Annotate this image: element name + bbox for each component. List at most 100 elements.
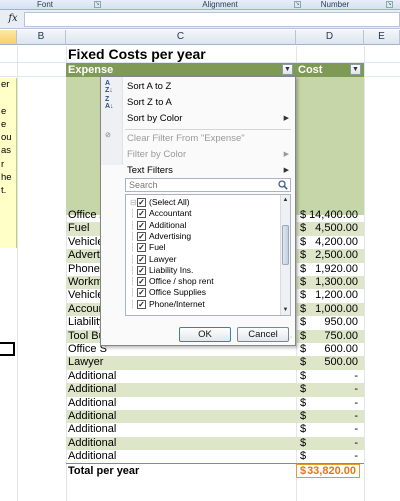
filter-list-item[interactable]: ┆ ✓ Additional	[126, 220, 276, 231]
filter-value-list[interactable]: ⊟ ✓ (Select All) ┆ ✓ Accountant ┆ ✓ Additional ┆ ✓…	[125, 194, 291, 316]
checkbox-icon[interactable]: ✓	[137, 209, 146, 219]
cost-filter-dropdown-icon[interactable]: ▼	[350, 64, 361, 75]
table-row[interactable]: Additional $ -	[66, 436, 364, 451]
checkbox-icon[interactable]: ✓	[137, 254, 146, 264]
filter-list-item[interactable]: ┆ ✓ Office / shop rent	[126, 276, 276, 287]
checkbox-icon[interactable]: ✓	[137, 277, 146, 287]
sort-a-to-z-item[interactable]: A Z↓ Sort A to Z	[101, 79, 295, 95]
scrollbar-thumb[interactable]	[282, 225, 289, 265]
clear-filter-item[interactable]: ⊘ Clear Filter From "Expense"	[101, 131, 295, 147]
cost-cell: -	[354, 410, 358, 422]
tree-connector: ┆	[130, 243, 135, 253]
alignment-dialog-launcher-icon[interactable]: ↘	[294, 1, 301, 8]
currency-symbol: $	[300, 356, 307, 369]
filter-item-label: Office Supplies	[149, 287, 207, 298]
cost-cell: 600.00	[324, 343, 358, 355]
sort-by-color-item[interactable]: Sort by Color ▶	[101, 111, 295, 127]
cost-cell: -	[354, 436, 358, 449]
filter-list-item[interactable]: ┆ ✓ Lawyer	[126, 254, 276, 265]
filter-search-input[interactable]: Search	[125, 178, 291, 192]
filter-list-item[interactable]: ┆ ✓ Phone/Internet	[126, 299, 276, 310]
filter-by-color-item[interactable]: Filter by Color ▶	[101, 147, 295, 163]
text-filters-item[interactable]: Text Filters ▶	[101, 163, 295, 179]
ok-button[interactable]: OK	[179, 327, 231, 342]
filter-item-label: Phone/Internet	[149, 298, 205, 309]
column-header-e[interactable]: E	[364, 30, 400, 45]
cost-cell: 1,000.00	[315, 302, 358, 315]
filter-item-label: Office / shop rent	[149, 276, 214, 287]
font-dialog-launcher-icon[interactable]: ↘	[94, 1, 101, 8]
tree-connector: ┆	[130, 231, 135, 241]
sort-z-to-a-item[interactable]: Z A↓ Sort Z to A	[101, 95, 295, 111]
ribbon-group-number: Number	[320, 0, 350, 9]
sort-by-color-label: Sort by Color	[127, 113, 183, 124]
expense-cell: Additional	[68, 369, 117, 382]
checkbox-icon[interactable]: ✓	[137, 288, 146, 298]
filter-by-color-label: Filter by Color	[127, 149, 187, 160]
filter-list-item[interactable]: ┆ ✓ Liability Ins.	[126, 265, 276, 276]
checkbox-icon[interactable]: ✓	[137, 220, 146, 230]
cost-cell: 950.00	[324, 316, 358, 329]
header-expense: Expense	[68, 64, 114, 76]
total-currency: $	[300, 465, 307, 477]
note-line: as	[1, 145, 12, 157]
currency-symbol: $	[300, 369, 307, 382]
cost-cell: -	[354, 450, 358, 463]
column-header-c[interactable]: C	[66, 30, 296, 45]
table-row[interactable]: Additional $ -	[66, 370, 364, 383]
note-line: er	[1, 79, 10, 90]
insert-function-icon[interactable]: fx	[4, 12, 22, 26]
column-header-a[interactable]	[0, 30, 17, 45]
formula-input[interactable]	[24, 12, 400, 27]
table-row[interactable]: Additional $ -	[66, 450, 364, 463]
total-value-cell[interactable]: $ 33,820.00	[296, 464, 360, 478]
note-line: e	[1, 118, 7, 130]
checkbox-icon[interactable]: ✓	[137, 231, 146, 241]
expense-cell: Lawyer	[68, 356, 104, 369]
currency-symbol: $	[300, 235, 307, 248]
checkbox-icon[interactable]: ✓	[137, 265, 146, 275]
expense-cell: Additional	[68, 410, 117, 422]
cancel-button[interactable]: Cancel	[237, 327, 289, 342]
expense-cell: Additional	[68, 383, 117, 396]
total-label: Total per year	[68, 465, 140, 477]
cost-cell: 1,300.00	[315, 276, 358, 288]
ribbon-group-alignment: Alignment	[202, 0, 238, 9]
filter-list-item[interactable]: ┆ ✓ Office Supplies	[126, 287, 276, 298]
currency-symbol: $	[300, 316, 307, 329]
scroll-down-icon[interactable]: ▼	[281, 305, 290, 315]
expense-filter-dropdown-icon[interactable]: ▼	[282, 64, 293, 75]
scroll-up-icon[interactable]: ▲	[281, 195, 290, 205]
note-line: e	[1, 105, 7, 117]
sort-descending-icon: Z A↓	[105, 96, 114, 110]
cost-cell: -	[354, 383, 358, 396]
expense-cell: Additional	[68, 423, 117, 436]
tree-connector: ┆	[130, 254, 135, 264]
checkbox-icon[interactable]: ✓	[137, 198, 146, 207]
formula-bar: fx	[0, 10, 400, 29]
column-header-d[interactable]: D	[296, 30, 364, 45]
table-row[interactable]: Additional $ -	[66, 383, 364, 397]
filter-item-label: Accountant	[149, 208, 192, 219]
filter-list-item[interactable]: ⊟ ✓ (Select All)	[126, 197, 276, 208]
cost-cell: -	[354, 423, 358, 436]
table-row[interactable]: Additional $ -	[66, 397, 364, 410]
table-row[interactable]: Additional $ -	[66, 410, 364, 424]
list-scrollbar[interactable]: ▲ ▼	[280, 195, 290, 315]
column-header-b[interactable]: B	[17, 30, 66, 45]
menu-separator	[125, 129, 291, 130]
active-cell-indicator	[0, 342, 15, 356]
comment-note: er e e ou as r he t.	[0, 78, 17, 248]
number-dialog-launcher-icon[interactable]: ↘	[386, 1, 393, 8]
total-amount: 33,820.00	[307, 465, 356, 477]
filter-list-item[interactable]: ┆ ✓ Fuel	[126, 242, 276, 253]
sheet-title: Fixed Costs per year	[68, 46, 206, 62]
table-row[interactable]: Lawyer $500.00	[66, 356, 364, 370]
resize-grip-icon[interactable]: ⋰	[286, 336, 294, 344]
filter-list-item[interactable]: ┆ ✓ Accountant	[126, 208, 276, 219]
table-row[interactable]: Additional $ -	[66, 423, 364, 436]
checkbox-icon[interactable]: ✓	[137, 299, 146, 309]
filter-list-item[interactable]: ┆ ✓ Advertising	[126, 231, 276, 242]
checkbox-icon[interactable]: ✓	[137, 243, 146, 253]
currency-symbol: $	[300, 222, 307, 235]
